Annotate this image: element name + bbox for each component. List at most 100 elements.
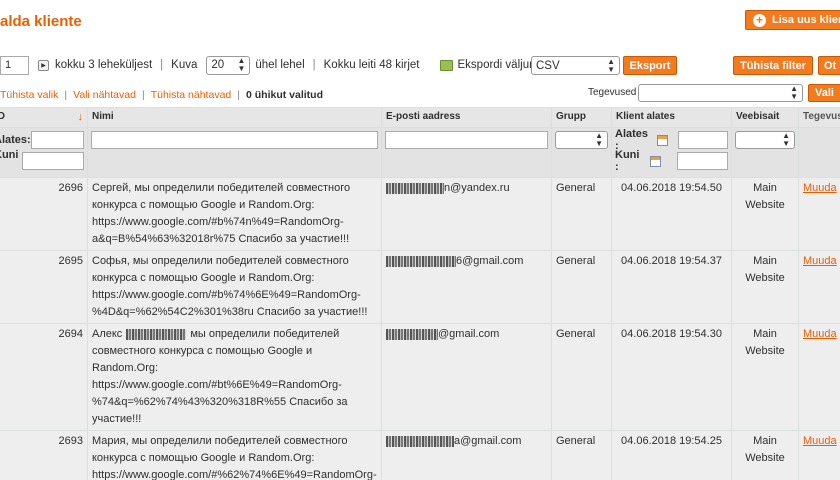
row-id: 2696 (0, 177, 88, 251)
total-records: Kokku leiti 48 kirjet (323, 59, 420, 71)
customer-grid: ID ↓ Nimi E-posti aadress Grupp Klient a… (0, 107, 840, 480)
redacted-block (386, 328, 438, 340)
actions-label: Tegevused (588, 87, 637, 98)
edit-link[interactable]: Muuda (803, 182, 837, 194)
column-header-group[interactable]: Grupp (551, 107, 612, 128)
pager-separator: | (312, 59, 316, 71)
website-filter-select[interactable]: ▲ ▼ (735, 131, 795, 149)
row-name-prefix: Алекс (92, 328, 123, 340)
id-from-label: Alates: (0, 134, 31, 146)
column-header-website[interactable]: Veebisait (731, 107, 799, 128)
row-name: Сергей, мы определили победителей совмес… (87, 177, 382, 251)
pager-separator: | (160, 59, 164, 71)
id-to-label: Kuni : (0, 149, 19, 161)
row-id: 2693 (0, 430, 88, 480)
table-row[interactable]: 2694 Алекс мы определили победителей совм… (0, 323, 840, 431)
row-website: Main Website (731, 177, 799, 251)
column-header-action: Tegevus (798, 107, 840, 128)
row-website: Main Website (731, 323, 799, 431)
row-name-suffix: мы определили победителей совместного ко… (92, 328, 348, 425)
column-header-email[interactable]: E-posti aadress (381, 107, 552, 128)
column-header-since[interactable]: Klient alates (611, 107, 732, 128)
row-website: Main Website (731, 430, 799, 480)
export-format-select[interactable]: CSV ▲ ▼ (531, 56, 620, 75)
column-header-name[interactable]: Nimi (87, 107, 382, 128)
table-row[interactable]: 2693 Мария, мы определили победителей со… (0, 430, 840, 480)
updown-icon: ▲ ▼ (790, 84, 798, 101)
view-label: Kuva (171, 59, 198, 71)
mass-separator: | (141, 88, 145, 101)
row-email-text: 6@gmail.com (456, 255, 524, 267)
column-header-id[interactable]: ID ↓ (0, 107, 88, 128)
redacted-block (386, 182, 444, 194)
add-customer-button[interactable]: + Lisa uus klient (745, 10, 840, 30)
export-button[interactable]: Eksport (623, 56, 677, 75)
selected-count: 0 ühikut valitud (245, 88, 323, 101)
row-name: Алекс мы определили победителей совместно… (87, 323, 382, 431)
page-title: alda kliente (0, 13, 82, 30)
submit-action-button[interactable]: Vali (808, 84, 840, 102)
page-input[interactable]: 1 (0, 55, 29, 75)
since-from-label: Alates : (615, 128, 649, 152)
row-name: Мария, мы определили победителей совмест… (87, 430, 382, 480)
row-name: Софья, мы определили победителей совмест… (87, 250, 382, 324)
per-page-suffix: ühel lehel (255, 59, 305, 71)
email-filter-input[interactable] (385, 131, 548, 149)
add-customer-label: Lisa uus klient (772, 14, 840, 26)
group-filter-select[interactable]: ▲ ▼ (555, 131, 608, 149)
row-since: 04.06.2018 19:54.30 (611, 323, 732, 431)
since-from-input[interactable] (677, 131, 728, 149)
updown-icon: ▲ ▼ (607, 56, 615, 74)
row-email: 6@gmail.com (381, 250, 552, 324)
row-website: Main Website (731, 250, 799, 324)
pager: 1 ▶ kokku 3 leheküljest | Kuva 20 ▲ ▼ ühe… (0, 55, 545, 75)
row-email-text: a@gmail.com (454, 435, 522, 447)
select-visible-link[interactable]: Vali nähtavad (73, 89, 136, 101)
table-row[interactable]: 2695 Софья, мы определили победителей со… (0, 250, 840, 324)
edit-link[interactable]: Muuda (803, 435, 837, 447)
export-icon (439, 59, 453, 71)
updown-icon: ▲ ▼ (595, 131, 603, 148)
since-to-label: Kuni : (615, 149, 640, 173)
row-email-text: @gmail.com (438, 328, 500, 340)
mass-separator: | (64, 88, 68, 101)
redacted-block (386, 255, 456, 267)
row-id: 2694 (0, 323, 88, 431)
updown-icon: ▲ ▼ (237, 56, 246, 73)
row-group: General (551, 177, 612, 251)
search-button[interactable]: Ot (818, 56, 840, 75)
row-email: n@yandex.ru (381, 177, 552, 251)
redacted-block (386, 435, 454, 447)
per-page-value: 20 (211, 59, 225, 71)
id-header-label: ID (0, 111, 5, 122)
updown-icon: ▲ ▼ (782, 131, 790, 148)
next-page-icon[interactable]: ▶ (38, 59, 49, 71)
row-email: @gmail.com (381, 323, 552, 431)
export-format-value: CSV (536, 59, 560, 72)
edit-link[interactable]: Muuda (803, 328, 837, 340)
row-since: 04.06.2018 19:54.50 (611, 177, 732, 251)
id-from-input[interactable] (30, 131, 84, 149)
redacted-block (126, 328, 187, 340)
reset-filter-button[interactable]: Tühista filter (733, 56, 813, 75)
calendar-icon[interactable] (649, 155, 661, 167)
per-page-select[interactable]: 20 ▲ ▼ (206, 55, 251, 75)
name-filter-input[interactable] (91, 131, 378, 149)
actions-select[interactable]: ▲ ▼ (638, 84, 803, 102)
row-group: General (551, 250, 612, 324)
edit-link[interactable]: Muuda (803, 255, 837, 267)
id-to-input[interactable] (22, 152, 84, 170)
sort-desc-icon: ↓ (77, 111, 84, 123)
unselect-visible-link[interactable]: Tühista nähtavad (151, 89, 232, 101)
since-to-input[interactable] (676, 152, 728, 170)
row-email-text: n@yandex.ru (444, 182, 510, 194)
table-row[interactable]: 2696 Сергей, мы определили победителей с… (0, 177, 840, 251)
unselect-all-link[interactable]: Tühista valik (0, 89, 58, 101)
row-email: a@gmail.com (381, 430, 552, 480)
row-id: 2695 (0, 250, 88, 324)
row-since: 04.06.2018 19:54.25 (611, 430, 732, 480)
calendar-icon[interactable] (657, 134, 668, 146)
row-group: General (551, 430, 612, 480)
row-group: General (551, 323, 612, 431)
mass-separator: | (237, 88, 240, 101)
